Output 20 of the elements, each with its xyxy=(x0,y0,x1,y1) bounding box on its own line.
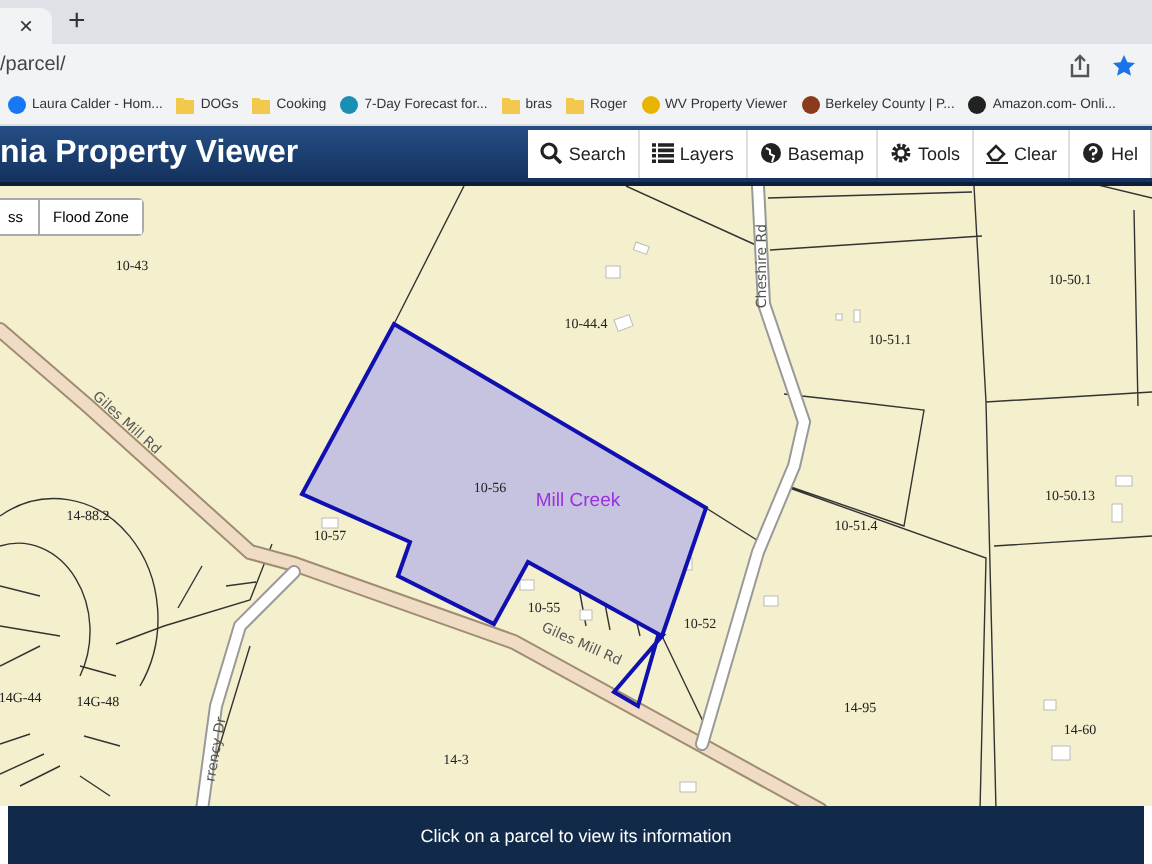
area-label: Mill Creek xyxy=(535,489,621,512)
list-icon xyxy=(651,142,674,165)
status-message: Click on a parcel to view its information xyxy=(420,825,732,846)
site-icon xyxy=(968,96,987,115)
star-icon[interactable] xyxy=(1112,53,1136,78)
new-tab-button[interactable]: + xyxy=(68,6,86,37)
share-icon[interactable] xyxy=(1068,53,1092,78)
app-title: nia Property Viewer xyxy=(0,135,299,172)
folder-icon xyxy=(176,96,195,115)
help-icon xyxy=(1082,142,1105,165)
folder-icon xyxy=(501,96,520,115)
site-icon xyxy=(340,96,359,115)
site-icon xyxy=(8,96,26,115)
site-icon xyxy=(801,96,820,115)
site-icon xyxy=(641,96,660,115)
folder-icon xyxy=(566,96,584,115)
gear-icon xyxy=(889,142,912,165)
eraser-icon xyxy=(985,142,1008,165)
folder-icon xyxy=(252,96,271,115)
search-icon xyxy=(540,142,563,165)
